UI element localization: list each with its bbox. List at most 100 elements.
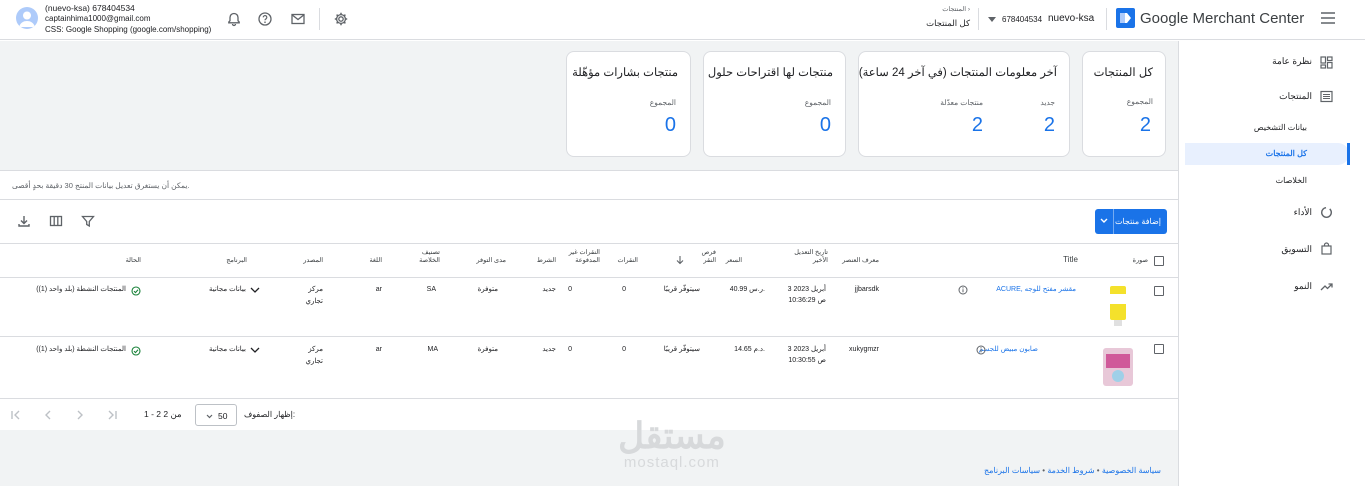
sidebar-item-marketing[interactable]: التسويق — [1281, 244, 1312, 255]
brand-title: Google Merchant Center — [1140, 10, 1305, 27]
divider — [319, 8, 320, 30]
col-header-item-id[interactable]: معرف العنصر — [842, 257, 879, 265]
price: 40.99 ر.س. — [729, 286, 765, 293]
policies-link[interactable]: سياسات البرنامج — [984, 466, 1040, 475]
user-avatar-icon — [19, 11, 35, 27]
next-page-icon[interactable] — [74, 409, 86, 421]
dropdown-arrow-icon — [206, 414, 213, 419]
col-header-program[interactable]: البرنامج — [226, 257, 247, 265]
terms-link[interactable]: شروط الخدمة — [1047, 466, 1094, 475]
shopping-bag-icon — [1321, 242, 1332, 255]
product-title-link[interactable]: صابون مبيض للجسم — [979, 344, 1038, 355]
last-page-icon[interactable] — [106, 409, 118, 421]
chevron-down-icon[interactable] — [1100, 218, 1108, 224]
col-header-image[interactable]: صورة — [1133, 257, 1148, 265]
sidebar-item-performance[interactable]: الأداء — [1294, 207, 1312, 218]
col-header-feed-label[interactable]: تصنيف الخلاصة — [410, 249, 440, 265]
card-badges[interactable]: منتجات بشارات مؤهّلة المجموع 0 — [566, 51, 691, 157]
info-note: يمكن أن يستغرق تعديل بيانات المنتج 30 دق… — [0, 170, 1178, 200]
footer-separator: • — [1096, 466, 1100, 475]
col-header-last-update[interactable]: تاريخ التعديل الأخير — [786, 249, 828, 265]
col-header-clicks[interactable]: النقرات — [617, 257, 638, 265]
sidebar-active-bar — [1347, 143, 1350, 165]
columns-icon[interactable] — [49, 214, 63, 228]
col-header-price[interactable]: السعر — [726, 257, 742, 265]
language: ar — [375, 286, 382, 293]
card-latest-info[interactable]: آخر معلومات المنتجات (في آخر 24 ساعة) جد… — [858, 51, 1070, 157]
sidebar-sub-diagnostics[interactable]: بيانات التشخيص — [1254, 123, 1307, 132]
divider — [978, 8, 979, 30]
program[interactable]: بيانات مجانية — [209, 344, 246, 355]
sidebar-item-products[interactable]: المنتجات — [1279, 91, 1312, 102]
status-text: المنتجات النشطة (بلد واحد (1)) — [36, 286, 126, 293]
clicks-opportunity: سيتوفّر قريبًا — [663, 286, 700, 293]
chevron-down-icon[interactable] — [250, 287, 260, 293]
program[interactable]: بيانات مجانية — [209, 284, 246, 295]
page-range: 1 - 2 من 2 — [144, 409, 182, 419]
gear-icon[interactable] — [333, 11, 349, 27]
menu-icon[interactable] — [1321, 12, 1335, 24]
chevron-down-icon[interactable] — [250, 347, 260, 353]
rows-per-page-value: 50 — [218, 411, 228, 421]
source-line: مركز — [308, 286, 323, 293]
filter-icon[interactable] — [81, 214, 95, 228]
rows-per-page-label: إظهار الصفوف: — [244, 410, 296, 419]
sidebar-sub-feeds[interactable]: الخلاصات — [1276, 176, 1307, 185]
footer-links: سياسة الخصوصية • شروط الخدمة • سياسات ال… — [984, 466, 1161, 475]
sidebar-sub-all-products[interactable]: كل المنتجات — [1266, 149, 1307, 158]
col-header-source[interactable]: المصدر — [303, 257, 323, 265]
check-circle-icon — [131, 346, 141, 356]
row-checkbox[interactable] — [1154, 286, 1164, 296]
condition: جديد — [542, 286, 556, 293]
card-all-products[interactable]: كل المنتجات المجموع 2 — [1082, 51, 1166, 157]
avatar[interactable] — [16, 7, 38, 29]
check-circle-icon — [131, 286, 141, 296]
bell-icon[interactable] — [226, 11, 242, 27]
info-icon[interactable] — [958, 285, 968, 295]
row-checkbox[interactable] — [1154, 344, 1164, 354]
availability: متوفرة — [477, 286, 498, 293]
dropdown-arrow-icon — [988, 17, 996, 22]
col-header-status[interactable]: الحالة — [126, 257, 141, 265]
stat-value: 2 — [1139, 114, 1151, 136]
unpaid-clicks: 0 — [568, 286, 572, 293]
col-header-unpaid-clicks[interactable]: النقرات غير المدفوعة — [568, 249, 600, 265]
info-icon[interactable] — [976, 345, 986, 355]
last-update-time: 10:30:55 ص — [788, 357, 826, 364]
product-title-link[interactable]: ACURE, مقشر مفتح للوجه — [996, 284, 1076, 295]
trending-up-icon — [1320, 283, 1333, 291]
col-header-availability[interactable]: مدى التوفر — [476, 257, 506, 265]
breadcrumb-parent[interactable]: المنتجات › — [930, 5, 970, 13]
col-header-title[interactable]: Title — [1063, 256, 1078, 264]
clicks-opportunity: سيتوفّر قريبًا — [663, 346, 700, 353]
card-title: آخر معلومات المنتجات (في آخر 24 ساعة) — [858, 67, 1057, 79]
stat-value: 0 — [664, 114, 676, 136]
col-header-language[interactable]: اللغة — [369, 257, 382, 265]
button-divider — [1113, 209, 1114, 234]
stat-label: المجموع — [649, 98, 676, 107]
sort-arrow-icon[interactable] — [676, 256, 684, 265]
first-page-icon[interactable] — [10, 409, 22, 421]
table-toolbar: إضافة منتجات — [0, 200, 1178, 244]
previous-page-icon[interactable] — [42, 409, 54, 421]
download-icon[interactable] — [17, 214, 31, 228]
add-products-button[interactable]: إضافة منتجات — [1095, 209, 1167, 234]
sidebar-item-overview[interactable]: نظرة عامة — [1272, 56, 1312, 67]
add-products-label: إضافة منتجات — [1114, 217, 1161, 226]
mail-icon[interactable] — [290, 11, 306, 27]
privacy-link[interactable]: سياسة الخصوصية — [1102, 466, 1161, 475]
item-id: xukygmzr — [849, 346, 879, 353]
select-all-checkbox[interactable] — [1154, 256, 1164, 266]
col-header-clicks-opportunity[interactable]: فرص النقر — [696, 249, 716, 265]
footer-separator: • — [1042, 466, 1046, 475]
rows-per-page-select[interactable]: 50 — [195, 404, 237, 426]
sidebar-item-growth[interactable]: النمو — [1294, 281, 1312, 292]
stat-value: 0 — [819, 114, 831, 136]
note-text: يمكن أن يستغرق تعديل بيانات المنتج 30 دق… — [12, 181, 190, 190]
merchant-center-logo-icon — [1116, 8, 1135, 28]
account-switcher[interactable]: 678404534 nuevo-ksa — [988, 13, 1098, 28]
card-suggestions[interactable]: منتجات لها اقتراحات حلول المجموع 0 — [703, 51, 846, 157]
col-header-condition[interactable]: الشرط — [537, 257, 556, 265]
help-icon[interactable] — [257, 11, 273, 27]
card-title: منتجات بشارات مؤهّلة — [572, 67, 678, 79]
